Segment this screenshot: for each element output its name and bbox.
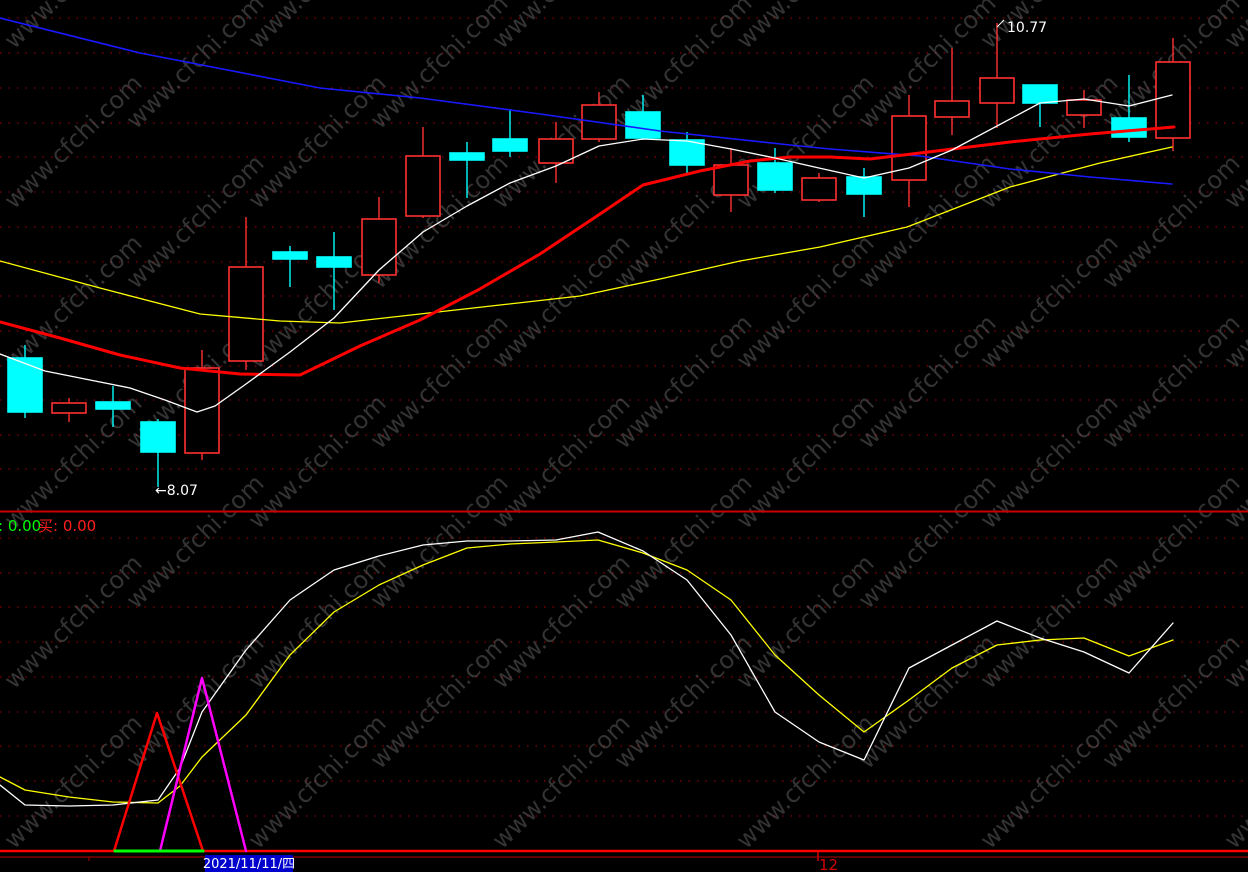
chart-root: www.cfchi.com www.cfchi.com www.cfchi.com w…: [0, 0, 1248, 872]
candle-body-down: [95, 401, 131, 410]
candle-body-down: [140, 421, 176, 453]
candle-body-up: [979, 77, 1015, 104]
high-price-label: 10.77: [1007, 20, 1047, 36]
candle-body-up: [51, 402, 87, 414]
candle-body-down: [1111, 117, 1147, 138]
candle-body-up: [801, 177, 837, 201]
stock-chart-canvas[interactable]: www.cfchi.com www.cfchi.com www.cfchi.com w…: [0, 0, 1248, 872]
candle-body-down: [1022, 84, 1058, 104]
candle-body-up: [538, 138, 574, 164]
candle-body-up: [361, 218, 397, 276]
candle-body-down: [272, 251, 308, 260]
candle-body-up: [713, 164, 749, 196]
candle-body-up: [934, 100, 970, 118]
month-label: 12: [819, 856, 838, 872]
candle-body-down: [492, 138, 528, 152]
candle-body-up: [1066, 99, 1102, 116]
candle-body-down: [625, 111, 661, 139]
indicator-sell-value: : 0.00: [0, 517, 41, 535]
low-price-label: ←8.07: [155, 483, 198, 499]
candle-body-up: [405, 155, 441, 217]
candle-body-down: [757, 162, 793, 191]
candle-body-down: [7, 357, 43, 413]
candle-body-up: [228, 266, 264, 362]
candle-body-down: [846, 176, 882, 195]
axis-date-label: 2021/11/11/四: [203, 857, 295, 872]
indicator-buy-value: 买: 0.00: [38, 517, 96, 535]
candle-body-down: [449, 152, 485, 161]
candle-body-down: [316, 256, 352, 268]
